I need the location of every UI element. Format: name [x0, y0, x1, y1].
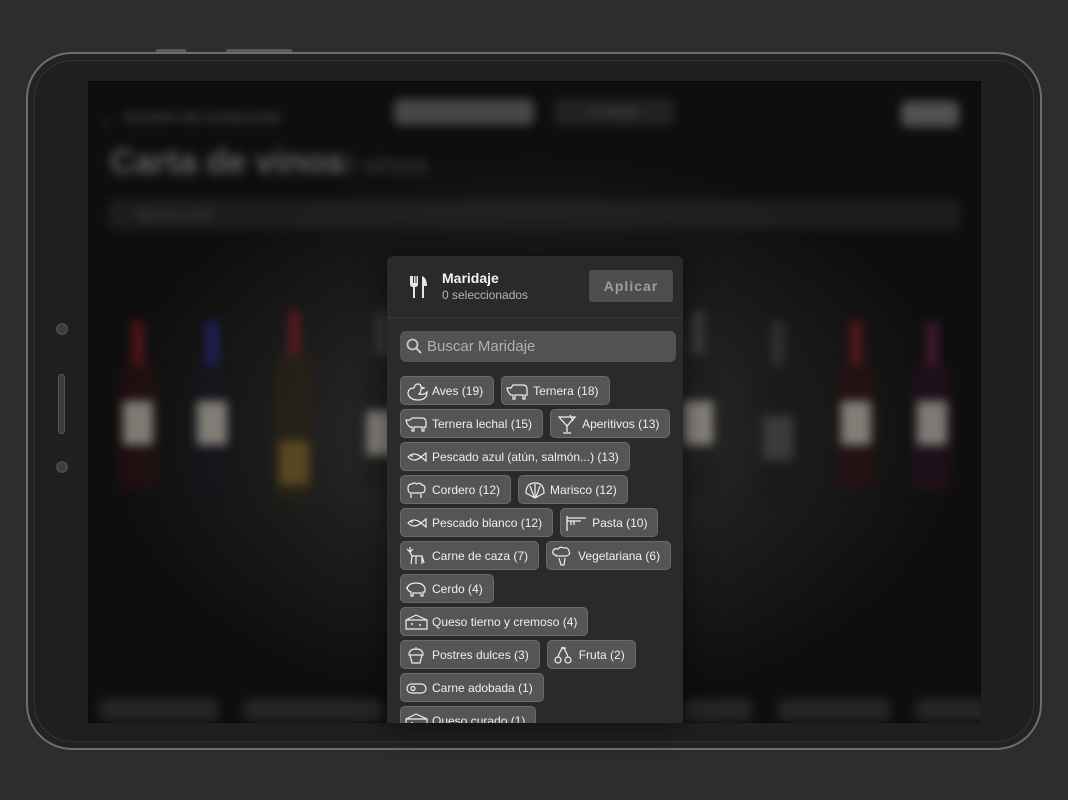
cheese-icon: [405, 613, 428, 630]
app-topbar: ‹ Nombre del restaurante Comida: [88, 81, 981, 141]
pairing-chip[interactable]: Queso curado (1): [400, 706, 537, 724]
sausage-icon: [406, 682, 427, 694]
pairing-chip-label: Carne adobada (1): [432, 680, 533, 695]
bottle: [192, 321, 232, 491]
filter-chip: [778, 699, 890, 721]
cocktail-icon: [557, 414, 577, 434]
cheese-icon: [405, 712, 428, 723]
bottle: [678, 311, 718, 501]
pairing-chip[interactable]: Fruta (2): [546, 640, 636, 669]
page-title: Carta de vinos: [110, 143, 345, 181]
pairing-chip[interactable]: Pescado blanco (12): [400, 508, 554, 537]
chip-row: Pescado blanco (12) Pasta (10): [400, 508, 676, 537]
pairing-chip[interactable]: Vegetariana (6): [546, 541, 672, 570]
pairing-chip-label: Ternera (18): [533, 383, 599, 398]
wine-count: 43 vinos: [324, 149, 429, 180]
chip-row: Queso tierno y cremoso (4): [400, 607, 676, 636]
cart-button: [901, 101, 959, 127]
pig-icon: [406, 581, 426, 597]
pairing-chip[interactable]: Carne adobada (1): [400, 673, 544, 702]
pairing-chip-label: Pescado azul (atún, salmón...) (13): [432, 449, 619, 464]
front-camera: [56, 323, 68, 335]
filter-chip: [682, 699, 752, 721]
pairing-chip-list: Aves (19) Ternera (18) Ternera lechal (15)…: [400, 376, 676, 723]
chip-row: Ternera lechal (15) Aperitivos (13): [400, 409, 676, 438]
pairing-chip[interactable]: Aves (19): [400, 376, 495, 405]
sheep-icon: [407, 481, 426, 498]
modal-title: Maridaje: [442, 270, 499, 286]
pairing-chip[interactable]: Cerdo (4): [400, 574, 494, 603]
pairing-chip-label: Postres dulces (3): [432, 647, 529, 662]
fish-icon: [407, 451, 427, 462]
pairing-chip-label: Marisco (12): [550, 482, 617, 497]
restaurant-name: Nombre del restaurante: [124, 109, 282, 126]
bottle: [836, 321, 876, 491]
cow-icon: [506, 383, 528, 400]
bottle: [118, 321, 158, 491]
pairing-chip-label: Queso tierno y cremoso (4): [432, 614, 578, 629]
chip-row: Carne de caza (7) Vegetariana (6): [400, 541, 676, 570]
pairing-chip[interactable]: Carne de caza (7): [400, 541, 540, 570]
pairing-chip-label: Queso curado (1): [432, 713, 526, 724]
pairing-chip[interactable]: Postres dulces (3): [400, 640, 540, 669]
device-side-bar: [58, 374, 65, 434]
pasta-icon: [566, 515, 587, 531]
pairing-chip[interactable]: Cordero (12): [400, 475, 512, 504]
pairing-chip[interactable]: Marisco (12): [518, 475, 628, 504]
deer-icon: [406, 546, 425, 564]
chip-row: Aves (19) Ternera (18): [400, 376, 676, 405]
pairing-chip[interactable]: Aperitivos (13): [550, 409, 671, 438]
pairing-chip[interactable]: Queso tierno y cremoso (4): [400, 607, 589, 636]
apply-button[interactable]: Aplicar: [589, 270, 673, 302]
search-icon: [406, 338, 422, 354]
pairing-chip-label: Ternera lechal (15): [432, 416, 533, 431]
pairing-chip[interactable]: Ternera lechal (15): [400, 409, 544, 438]
modal-header: Maridaje 0 seleccionados Aplicar: [387, 256, 683, 318]
back-icon: ‹: [102, 111, 108, 131]
pairing-chip-label: Aves (19): [432, 383, 484, 398]
shell-icon: [525, 481, 545, 499]
pairing-chip-label: Aperitivos (13): [582, 416, 660, 431]
pairing-chip-label: Vegetariana (6): [578, 548, 661, 563]
bottle: [274, 311, 314, 501]
cupcake-icon: [408, 646, 424, 664]
filter-chip: [100, 699, 218, 721]
bottle: [758, 321, 798, 501]
pairing-search-input[interactable]: [427, 331, 667, 362]
pairing-chip-label: Carne de caza (7): [432, 548, 529, 563]
chip-row: Pescado azul (atún, salmón...) (13): [400, 442, 676, 471]
pairing-chip-label: Cerdo (4): [432, 581, 483, 596]
wine-search: Buscar vino: [108, 199, 960, 229]
chip-row: Queso curado (1): [400, 706, 676, 723]
chip-row: Cerdo (4): [400, 574, 676, 603]
calf-icon: [405, 416, 427, 432]
selection-count: 0 seleccionados: [442, 288, 529, 302]
pairing-chip-label: Cordero (12): [432, 482, 501, 497]
tab-wines: [394, 99, 534, 125]
fish-icon: [407, 517, 427, 528]
cherry-icon: [554, 646, 572, 664]
pairing-chip-label: Pescado blanco (12): [432, 515, 543, 530]
pairing-chip[interactable]: Pasta (10): [560, 508, 659, 537]
chip-row: Postres dulces (3) Fruta (2): [400, 640, 676, 669]
filter-chip: [244, 699, 384, 721]
poultry-icon: [407, 382, 428, 401]
pairing-chip-label: Pasta (10): [592, 515, 648, 530]
pairing-chip[interactable]: Pescado azul (atún, salmón...) (13): [400, 442, 630, 471]
fork-knife-icon: [410, 276, 427, 298]
broccoli-icon: [552, 546, 571, 566]
pairing-chip[interactable]: Ternera (18): [501, 376, 610, 405]
bottle: [912, 321, 952, 491]
pairing-search[interactable]: [400, 331, 676, 362]
tab-food: Comida: [554, 99, 674, 125]
pairing-chip-label: Fruta (2): [578, 647, 625, 662]
chip-row: Cordero (12) Marisco (12): [400, 475, 676, 504]
pairing-modal: Maridaje 0 seleccionados Aplicar Aves (1…: [387, 256, 683, 723]
sensor: [56, 461, 68, 473]
filter-chip: [916, 699, 981, 721]
chip-row: Carne adobada (1): [400, 673, 676, 702]
